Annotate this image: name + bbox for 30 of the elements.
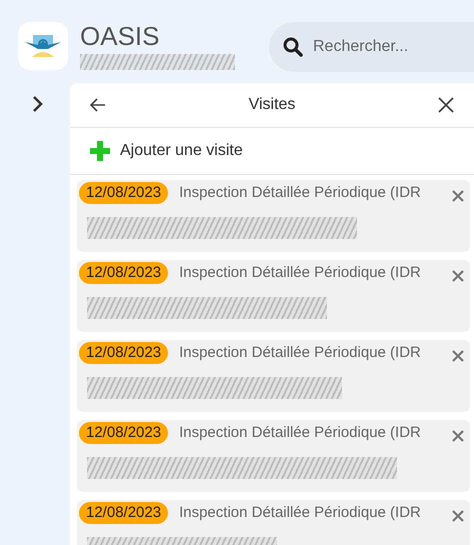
date-badge: 12/08/2023 — [79, 502, 168, 524]
date-badge: 12/08/2023 — [79, 342, 168, 364]
visit-title: Inspection Détaillée Périodique (IDR — [179, 263, 421, 283]
date-badge: 12/08/2023 — [79, 262, 168, 284]
date-badge: 12/08/2023 — [79, 182, 168, 204]
search-field[interactable]: Rechercher... — [269, 22, 474, 72]
back-arrow-icon[interactable] — [90, 98, 106, 112]
logo-icon — [24, 33, 62, 59]
search-icon — [283, 37, 303, 57]
panel-title: Visites — [248, 95, 296, 115]
app-title: OASIS — [80, 22, 160, 50]
visit-card[interactable]: 12/08/2023 Inspection Détaillée Périodique (IDR — [77, 500, 470, 545]
visit-title: Inspection Détaillée Périodique (IDR — [179, 343, 421, 363]
remove-icon[interactable] — [452, 430, 464, 442]
visit-card[interactable]: 12/08/2023 Inspection Détaillée Périodique (IDR — [77, 260, 470, 332]
visit-title: Inspection Détaillée Périodique (IDR — [179, 503, 421, 523]
plus-icon — [90, 141, 110, 161]
remove-icon[interactable] — [452, 350, 464, 362]
visit-title: Inspection Détaillée Périodique (IDR — [179, 423, 421, 443]
close-icon[interactable] — [438, 97, 454, 113]
date-badge: 12/08/2023 — [79, 422, 168, 444]
add-visit-button[interactable]: Ajouter une visite — [70, 128, 474, 175]
chevron-right-icon[interactable] — [32, 95, 44, 113]
remove-icon[interactable] — [452, 270, 464, 282]
visit-card[interactable]: 12/08/2023 Inspection Détaillée Périodique (IDR — [77, 420, 470, 492]
visit-card[interactable]: 12/08/2023 Inspection Détaillée Périodique (IDR — [77, 180, 470, 252]
visit-title: Inspection Détaillée Périodique (IDR — [179, 183, 421, 203]
remove-icon[interactable] — [452, 190, 464, 202]
visit-card[interactable]: 12/08/2023 Inspection Détaillée Périodique (IDR — [77, 340, 470, 412]
remove-icon[interactable] — [452, 510, 464, 522]
